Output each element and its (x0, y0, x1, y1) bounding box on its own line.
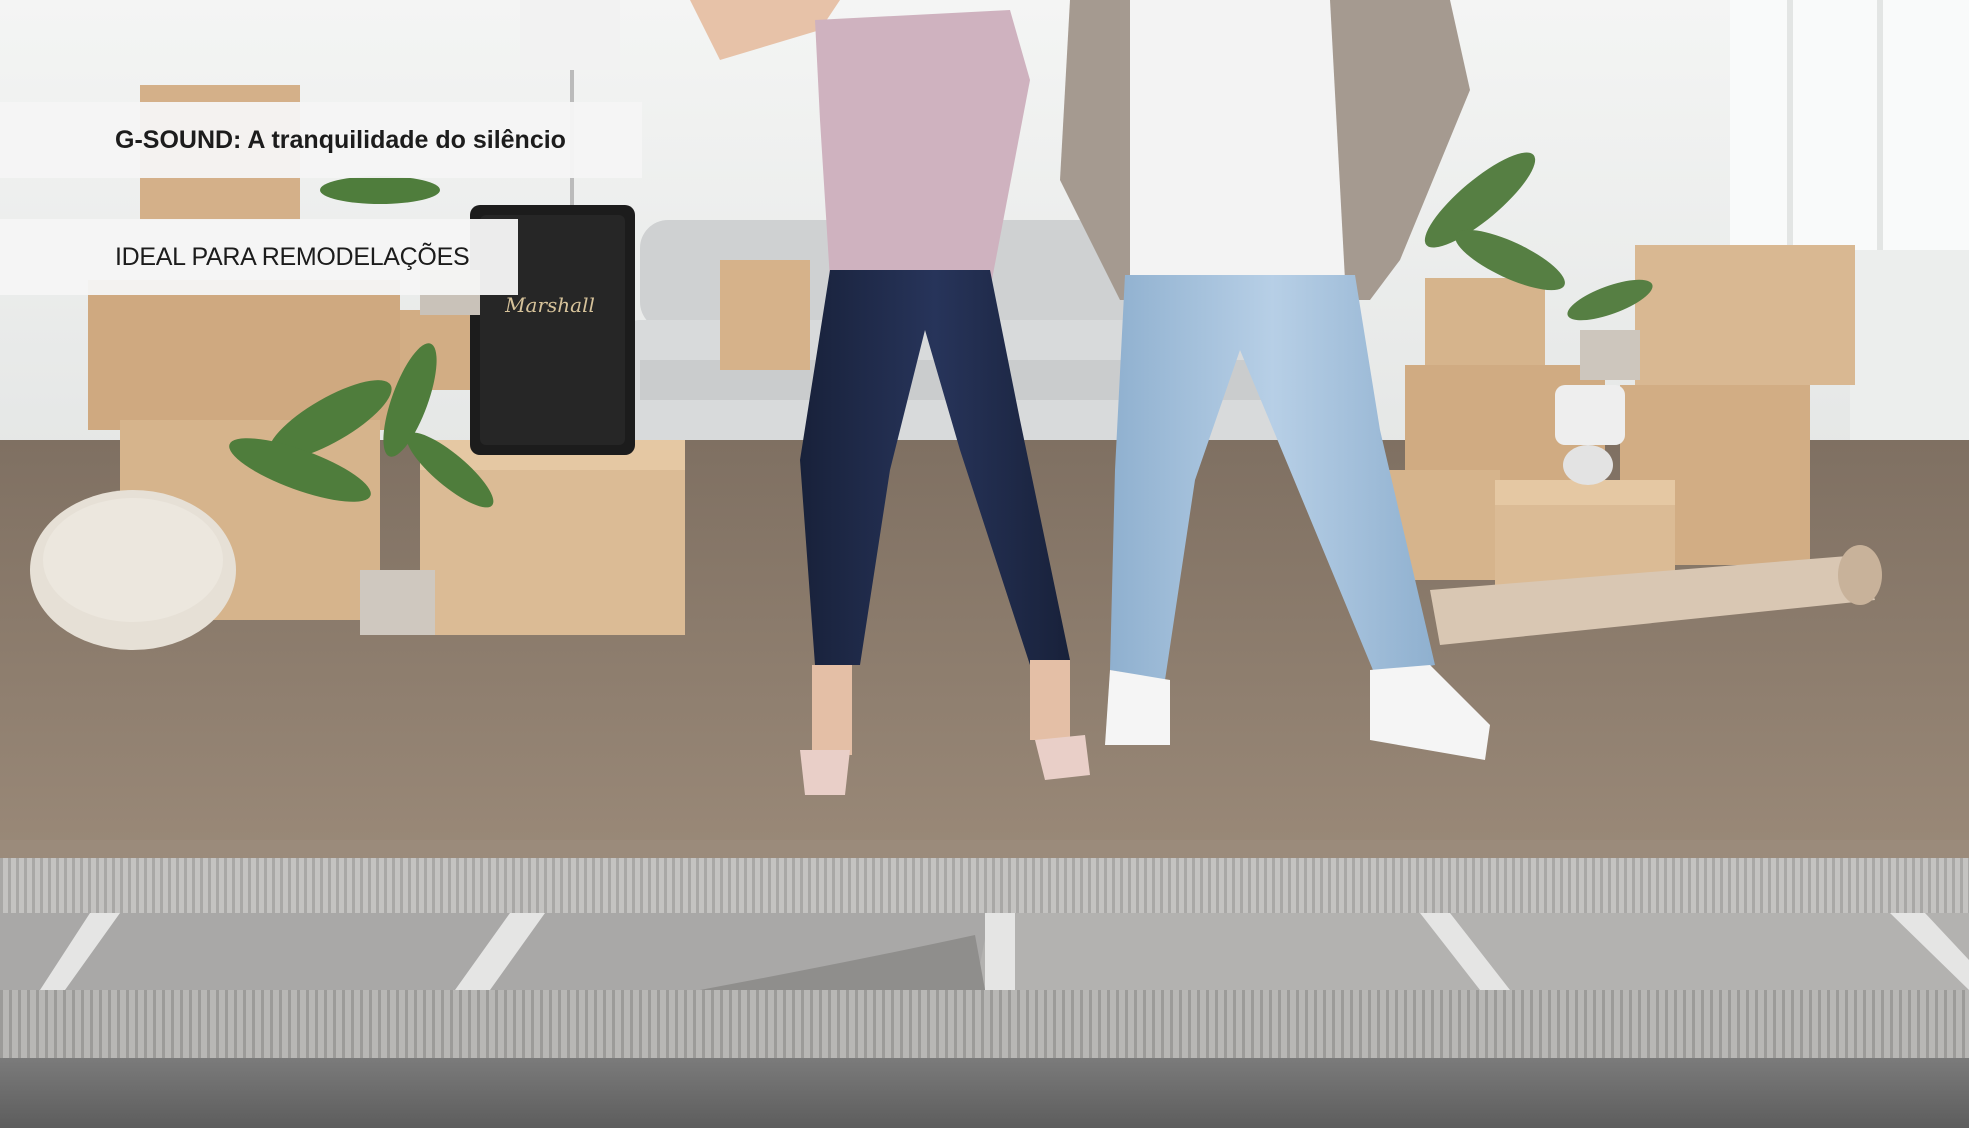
page-title: G-SOUND: A tranquilidade do silêncio (115, 125, 566, 154)
speaker-brand-text: Marshall (504, 293, 595, 317)
subtitle-banner: IDEAL PARA REMODELAÇÕES (0, 219, 518, 295)
title-banner: G-SOUND: A tranquilidade do silêncio (0, 102, 642, 178)
hero-photo: Marshall G-SOUND: A tranquilidade do sil… (0, 0, 1969, 1128)
page-subtitle: IDEAL PARA REMODELAÇÕES (115, 242, 470, 271)
